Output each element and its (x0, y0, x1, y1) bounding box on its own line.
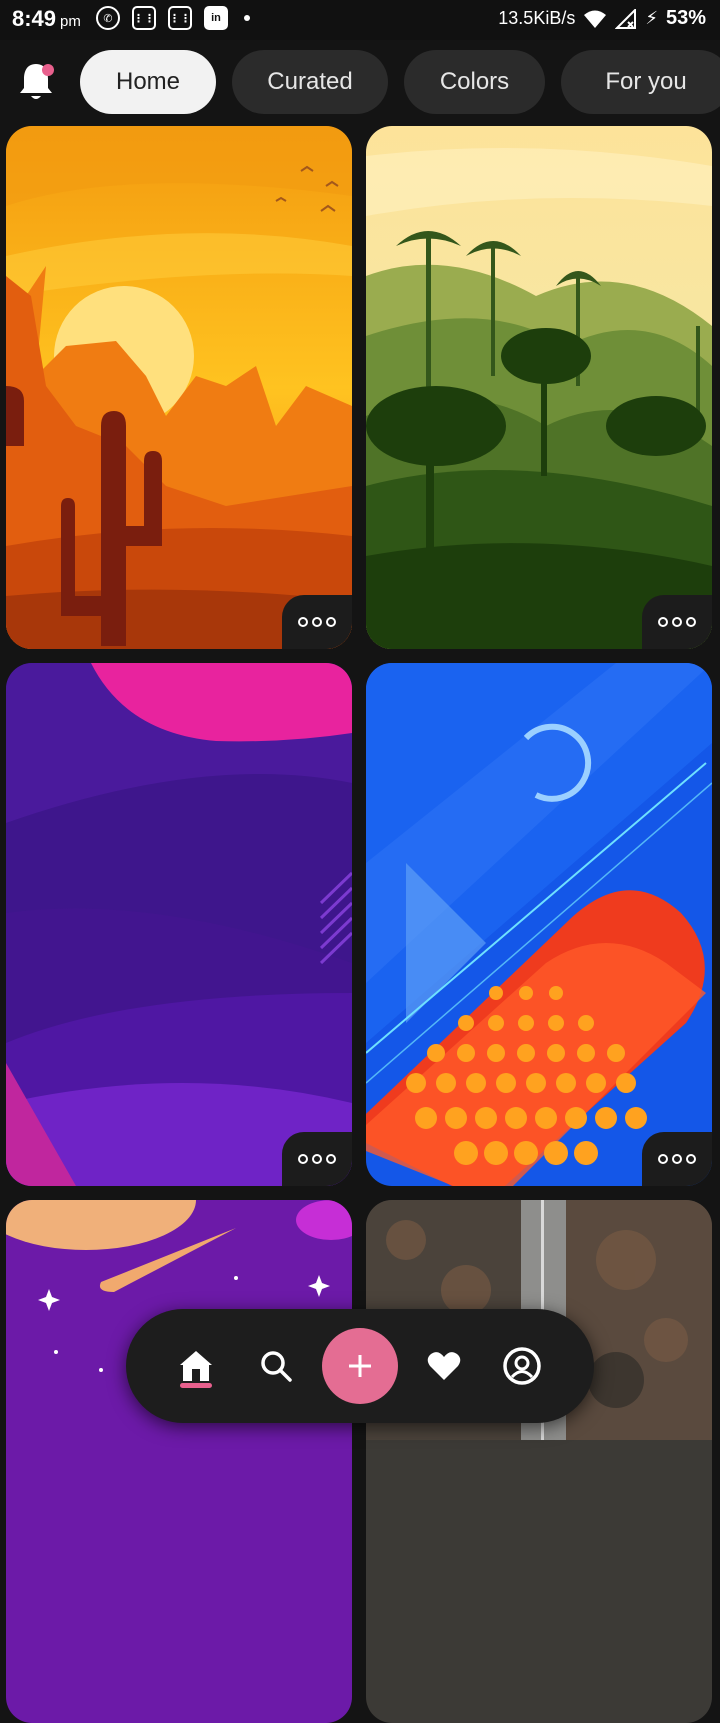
wallpaper-image (366, 126, 712, 649)
wallpaper-image (6, 126, 352, 649)
linkedin-icon: in (204, 6, 228, 30)
tab-curated[interactable]: Curated (232, 50, 388, 114)
status-time: 8:49 pm (12, 6, 81, 31)
nav-home[interactable] (176, 1309, 216, 1423)
whatsapp-icon: ✆ (96, 6, 120, 30)
network-speed: 13.5KiB/s (498, 8, 576, 28)
more-options-button[interactable] (642, 595, 712, 649)
wallpaper-card-blue-orange-abstract[interactable] (366, 663, 712, 1186)
nav-search[interactable] (256, 1309, 296, 1423)
wallpaper-card-aerial-road[interactable] (366, 1200, 712, 1723)
tab-colors[interactable]: Colors (404, 50, 545, 114)
more-options-button[interactable] (642, 1132, 712, 1186)
calculator-icon: ⋮⋮ (168, 6, 192, 30)
wallpaper-card-desert-sunset[interactable] (6, 126, 352, 649)
wallpaper-card-purple-space[interactable] (6, 1200, 352, 1723)
search-icon (261, 1351, 292, 1382)
add-button[interactable] (322, 1328, 398, 1404)
wallpaper-card-jungle[interactable] (366, 126, 712, 649)
wallpaper-image (6, 1200, 352, 1723)
bottom-navigation (126, 1309, 594, 1423)
profile-icon (503, 1347, 541, 1385)
wallpaper-image (366, 1200, 712, 1723)
battery-percent: 53% (665, 7, 706, 29)
notification-icons: ✆ ⋮⋮ ⋮⋮ in (96, 6, 250, 30)
nav-profile[interactable] (502, 1309, 542, 1423)
tab-home[interactable]: Home (80, 50, 216, 114)
wallpaper-image (366, 663, 712, 1186)
category-tabs: Home Curated Colors For you (80, 50, 720, 114)
wallpaper-image (6, 663, 352, 1186)
more-options-button[interactable] (282, 595, 352, 649)
more-notifications-dot (244, 15, 250, 21)
charging-icon: ⚡ (645, 8, 658, 28)
nav-favorites[interactable] (424, 1309, 464, 1423)
calculator-icon: ⋮⋮ (132, 6, 156, 30)
home-icon (180, 1351, 212, 1381)
status-right: 13.5KiB/s ⚡ 53% (498, 7, 706, 30)
add-icon (349, 1355, 371, 1377)
wifi-icon (584, 10, 607, 28)
more-options-button[interactable] (282, 1132, 352, 1186)
heart-icon (427, 1352, 461, 1380)
notification-badge (42, 64, 54, 76)
wallpaper-card-purple-waves[interactable] (6, 663, 352, 1186)
signal-icon (615, 8, 637, 29)
status-bar: 8:49 pm ✆ ⋮⋮ ⋮⋮ in 13.5KiB/s ⚡ 53% (0, 0, 720, 40)
active-indicator (180, 1383, 212, 1388)
tab-for-you[interactable]: For you (561, 50, 720, 114)
